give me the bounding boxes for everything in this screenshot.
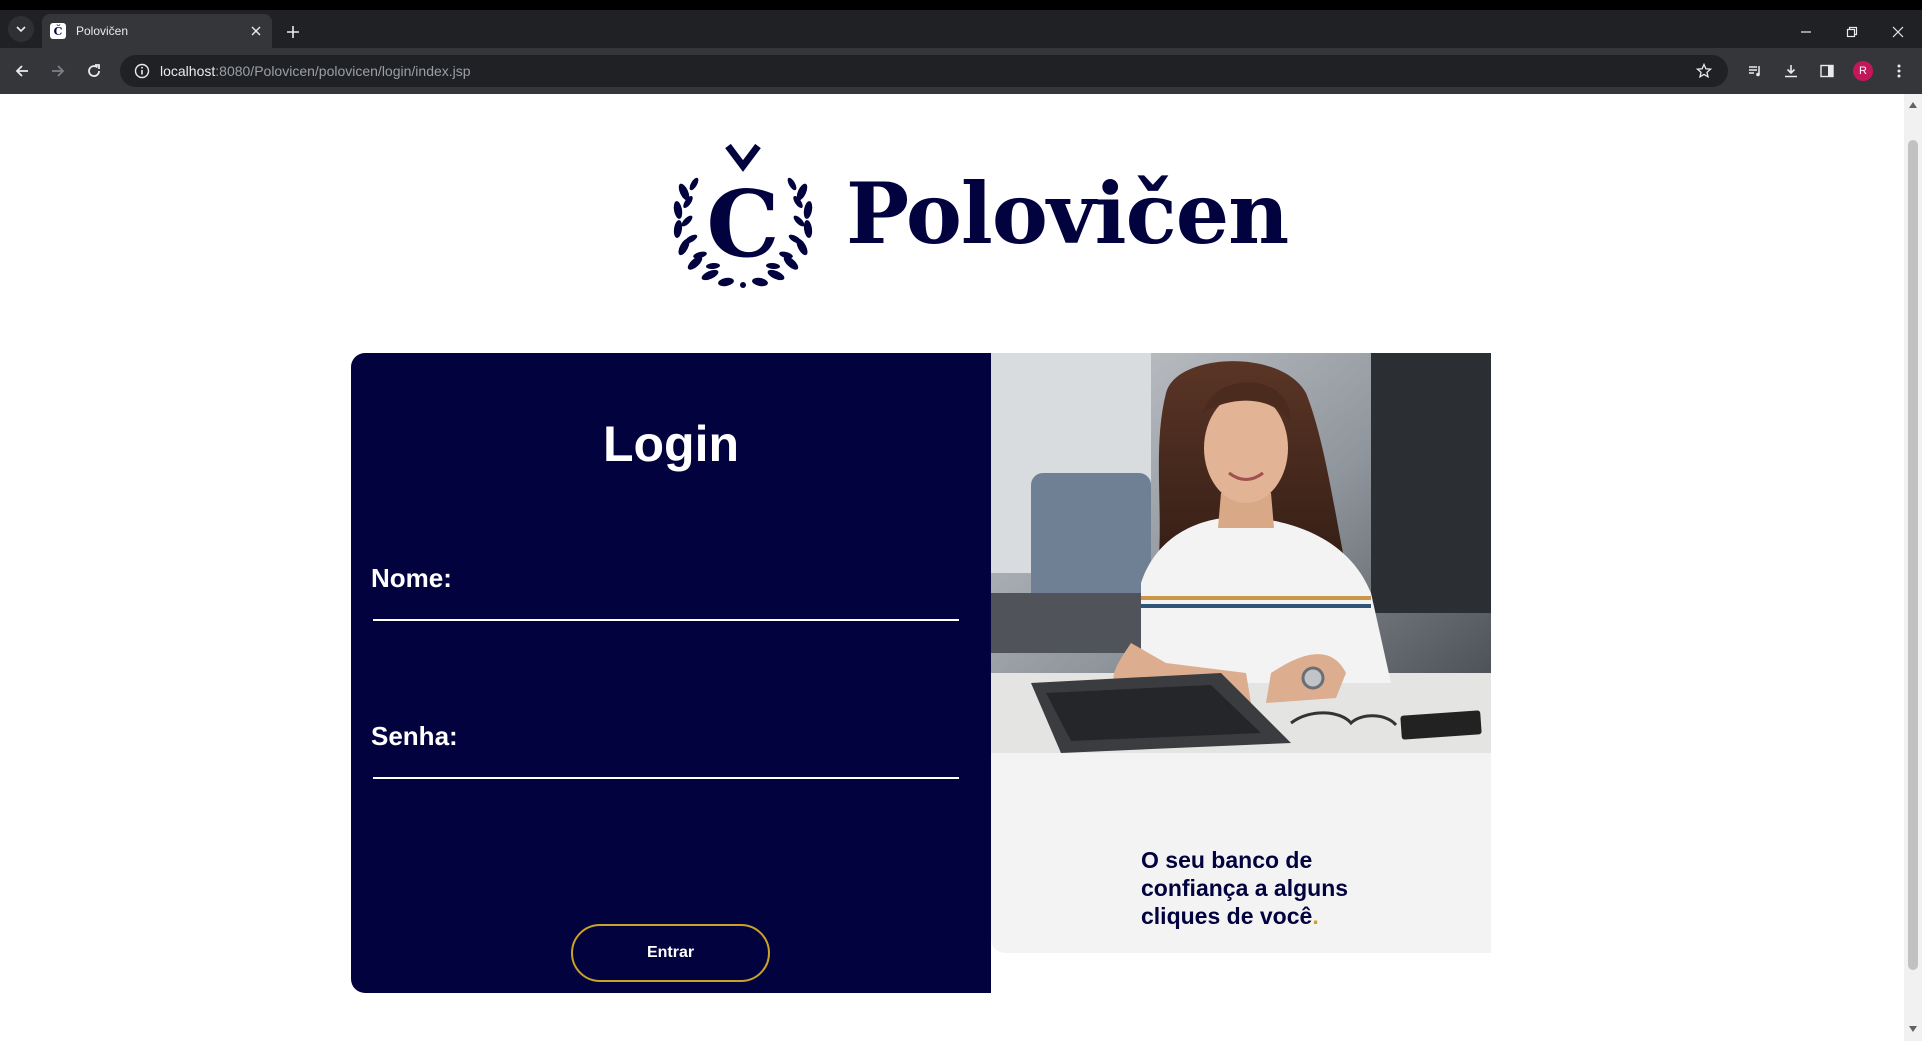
reload-button[interactable] (80, 57, 108, 85)
laurel-emblem-icon: C (673, 144, 813, 288)
woman-laptop-photo (991, 353, 1491, 753)
browser-tab[interactable]: Č Polovičen (42, 14, 272, 48)
vertical-scrollbar[interactable] (1904, 94, 1922, 1041)
info-icon (134, 63, 150, 79)
download-icon (1785, 65, 1797, 78)
avatar: R (1853, 61, 1873, 81)
chevron-down-icon (16, 26, 26, 33)
tab-close-button[interactable] (246, 21, 266, 41)
media-button[interactable] (1743, 59, 1767, 83)
scroll-thumb[interactable] (1908, 140, 1918, 970)
minimize-icon (1801, 31, 1811, 33)
brand-header: C Polovičen (670, 144, 1289, 294)
password-input[interactable] (373, 739, 959, 779)
tab-strip: Č Polovičen (0, 10, 1922, 48)
sidepanel-icon (1820, 64, 1834, 78)
login-form: Login Nome: Senha: Entrar (351, 353, 991, 993)
scroll-down-arrow[interactable] (1908, 1024, 1918, 1034)
back-icon (15, 65, 28, 77)
plus-icon (287, 26, 299, 38)
site-info-button[interactable] (126, 55, 158, 87)
arrow-down-icon (1909, 1026, 1917, 1032)
side-panel-button[interactable] (1815, 59, 1839, 83)
window-top-edge (0, 0, 1922, 10)
restore-icon (1846, 26, 1858, 38)
enter-button[interactable]: Entrar (571, 924, 770, 982)
tab-search-button[interactable] (8, 16, 34, 42)
reload-icon (88, 64, 100, 77)
svg-text:C: C (706, 170, 779, 278)
menu-button[interactable] (1887, 59, 1911, 83)
forward-icon (52, 65, 65, 77)
profile-button[interactable]: R (1851, 59, 1875, 83)
back-button[interactable] (8, 57, 36, 85)
new-tab-button[interactable] (280, 19, 306, 45)
close-icon (251, 26, 261, 36)
name-input[interactable] (373, 581, 959, 621)
arrow-up-icon (1909, 102, 1917, 108)
minimize-button[interactable] (1786, 18, 1826, 46)
downloads-button[interactable] (1779, 59, 1803, 83)
page-viewport: C Polovičen Login Nome: Senha: Entrar O … (0, 94, 1904, 1041)
login-title: Login (602, 416, 740, 472)
url-text: localhost:8080/Polovicen/polovicen/login… (160, 63, 471, 79)
side-panel: O seu banco de confiança a alguns clique… (991, 353, 1491, 953)
tagline: O seu banco de confiança a alguns clique… (1141, 847, 1349, 929)
star-icon (1696, 63, 1712, 79)
forward-button[interactable] (44, 57, 72, 85)
restore-button[interactable] (1832, 18, 1872, 46)
bookmark-button[interactable] (1692, 59, 1716, 83)
browser-toolbar: localhost:8080/Polovicen/polovicen/login… (0, 48, 1922, 94)
tagline-box: O seu banco de confiança a alguns clique… (991, 753, 1491, 953)
scroll-up-arrow[interactable] (1908, 100, 1918, 110)
address-bar[interactable]: localhost:8080/Polovicen/polovicen/login… (120, 55, 1728, 87)
menu-icon (1897, 64, 1901, 78)
tab-title: Polovičen (76, 24, 129, 38)
close-icon (1892, 26, 1904, 38)
media-icon (1749, 66, 1760, 77)
favicon-icon: Č (50, 23, 66, 39)
brand-name: Polovičen (846, 164, 1289, 263)
close-window-button[interactable] (1878, 18, 1918, 46)
